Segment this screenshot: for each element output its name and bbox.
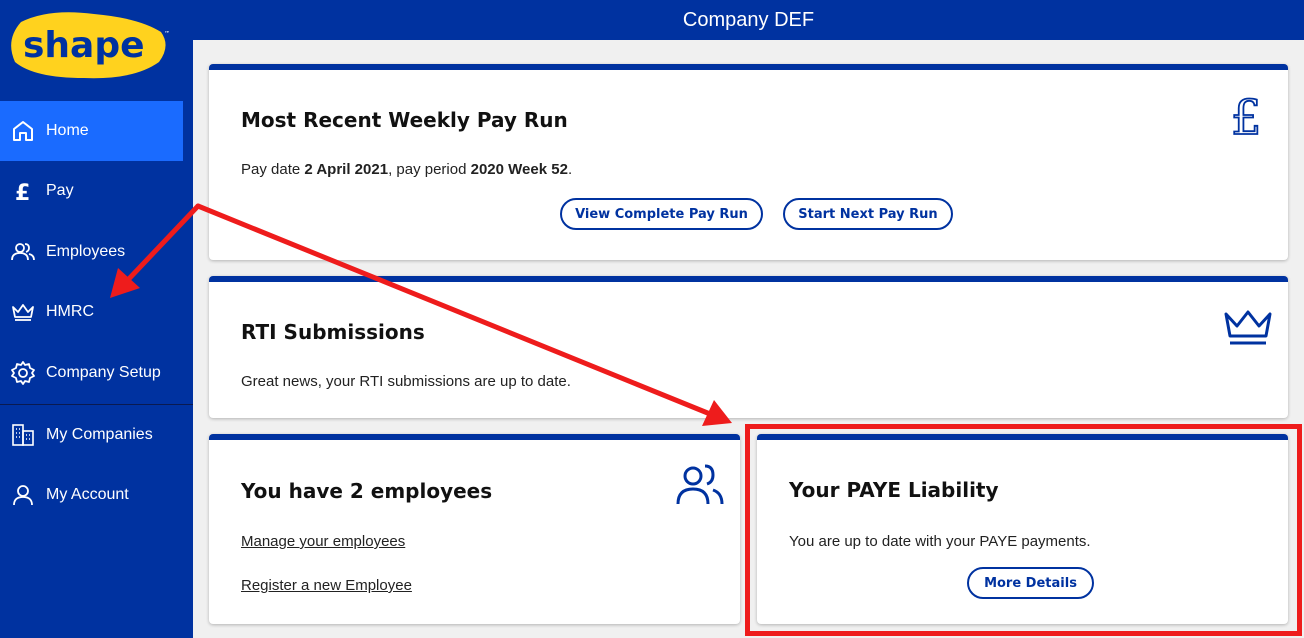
card-title: RTI Submissions [241, 320, 425, 344]
sidebar-item-home[interactable]: Home [0, 101, 183, 161]
gear-icon [0, 360, 46, 386]
card-title: Most Recent Weekly Pay Run [241, 108, 568, 132]
pay-period: 2020 Week 52 [470, 161, 568, 178]
sidebar-item-label: Home [46, 122, 89, 139]
rti-card: RTI Submissions Great news, your RTI sub… [209, 276, 1288, 418]
pound-icon: £ [1230, 90, 1262, 140]
start-next-pay-run-button[interactable]: Start Next Pay Run [783, 198, 953, 230]
rti-status-text: Great news, your RTI submissions are up … [241, 373, 571, 390]
sidebar: shape ™ Home £ Pay Employees HMRC Compan… [0, 0, 193, 638]
top-bar: Company DEF [193, 0, 1304, 40]
pay-date: 2 April 2021 [304, 161, 389, 178]
view-complete-pay-run-button[interactable]: View Complete Pay Run [560, 198, 763, 230]
sidebar-item-label: Company Setup [46, 364, 161, 381]
sidebar-item-label: Pay [46, 182, 74, 199]
svg-text:shape: shape [23, 25, 145, 66]
crown-icon [0, 299, 46, 325]
shape-logo[interactable]: shape ™ [9, 10, 169, 80]
employees-card: You have 2 employees Manage your employe… [209, 434, 740, 624]
more-details-button[interactable]: More Details [967, 567, 1094, 599]
sidebar-item-label: My Companies [46, 426, 153, 443]
sidebar-item-label: HMRC [46, 303, 94, 320]
user-icon [0, 482, 46, 508]
sidebar-item-label: My Account [46, 486, 129, 503]
paye-status-text: You are up to date with your PAYE paymen… [789, 533, 1091, 550]
svg-text:£: £ [1231, 90, 1262, 140]
crown-icon [1224, 310, 1272, 345]
sidebar-item-employees[interactable]: Employees [0, 222, 183, 282]
pay-run-summary: Pay date 2 April 2021, pay period 2020 W… [241, 161, 573, 178]
company-name: Company DEF [682, 8, 815, 31]
sidebar-item-pay[interactable]: £ Pay [0, 161, 183, 221]
people-icon [676, 464, 724, 505]
home-icon [0, 118, 46, 144]
paye-card: Your PAYE Liability You are up to date w… [757, 434, 1288, 624]
register-employee-link[interactable]: Register a new Employee [241, 577, 412, 594]
sidebar-item-my-account[interactable]: My Account [0, 465, 183, 525]
pound-icon: £ [0, 178, 46, 204]
sidebar-item-company-setup[interactable]: Company Setup [0, 343, 183, 403]
people-icon [0, 239, 46, 265]
sidebar-item-hmrc[interactable]: HMRC [0, 282, 183, 342]
svg-text:™: ™ [164, 30, 169, 38]
sidebar-item-my-companies[interactable]: My Companies [0, 405, 183, 465]
card-title: Your PAYE Liability [789, 478, 999, 502]
pay-run-card: Most Recent Weekly Pay Run Pay date 2 Ap… [209, 64, 1288, 260]
card-title: You have 2 employees [241, 479, 493, 503]
buildings-icon [0, 422, 46, 448]
manage-employees-link[interactable]: Manage your employees [241, 533, 405, 550]
svg-text:£: £ [15, 181, 30, 204]
sidebar-item-label: Employees [46, 243, 126, 260]
